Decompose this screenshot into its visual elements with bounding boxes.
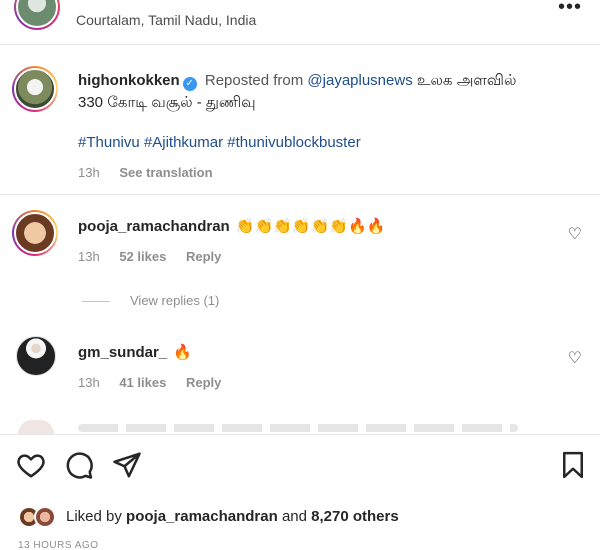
comment-avatar[interactable] [12,210,58,256]
comment-likes[interactable]: 52 likes [119,249,166,264]
hashtag-link[interactable]: #Thunivu [78,134,140,151]
see-translation-link[interactable]: See translation [119,165,212,180]
send-icon[interactable] [112,450,142,480]
comment-icon[interactable] [64,450,94,480]
divider [0,434,600,435]
comment-likes[interactable]: 41 likes [119,375,166,390]
cut-off-comment [78,424,518,432]
comment-username[interactable]: pooja_ramachandran [78,218,230,235]
verified-badge-icon: ✓ [182,77,197,91]
caption-time: 13h [78,165,100,180]
divider [0,44,600,45]
replies-line [82,301,110,303]
liked-by-others[interactable]: 8,270 others [311,508,399,525]
liked-by-user[interactable]: pooja_ramachandran [126,508,278,525]
post-timestamp: 13 HOURS AGO [18,540,99,550]
comment-like-heart-icon[interactable]: ♡ [568,224,582,244]
comment-avatar[interactable] [16,336,56,376]
heart-icon[interactable] [16,450,46,480]
post-location[interactable]: Courtalam, Tamil Nadu, India [76,12,256,28]
reposted-prefix: Reposted from [204,72,304,89]
action-bar [0,450,600,484]
reply-button[interactable]: Reply [186,375,221,390]
comment-text: 🔥 [173,344,193,361]
cut-off-avatar [18,420,54,434]
caption-username[interactable]: highonkokken [78,72,180,89]
liked-by-prefix: Liked by [66,508,122,525]
caption-avatar[interactable] [12,66,58,112]
hashtag-link[interactable]: #Ajithkumar [144,134,223,151]
liker-avatar [34,506,56,528]
liked-by-connector: and [281,508,307,525]
comment-username[interactable]: gm_sundar_ [78,344,167,361]
post-header: Courtalam, Tamil Nadu, India ••• [0,0,600,40]
reposted-mention[interactable]: @jayaplusnews [307,72,412,89]
view-replies-label: View replies (1) [130,293,220,308]
view-replies-button[interactable]: View replies (1) [82,293,219,308]
comment-time: 13h [78,375,100,390]
comment-like-heart-icon[interactable]: ♡ [568,348,582,368]
comment-text: 👏👏👏👏👏👏🔥🔥 [235,218,386,235]
hashtag-link[interactable]: #thunivublockbuster [227,134,360,151]
reply-button[interactable]: Reply [186,249,221,264]
ellipsis-icon[interactable]: ••• [558,0,582,17]
comment-time: 13h [78,249,100,264]
poster-avatar[interactable] [14,0,60,30]
bookmark-icon[interactable] [558,450,588,480]
divider [0,194,600,195]
